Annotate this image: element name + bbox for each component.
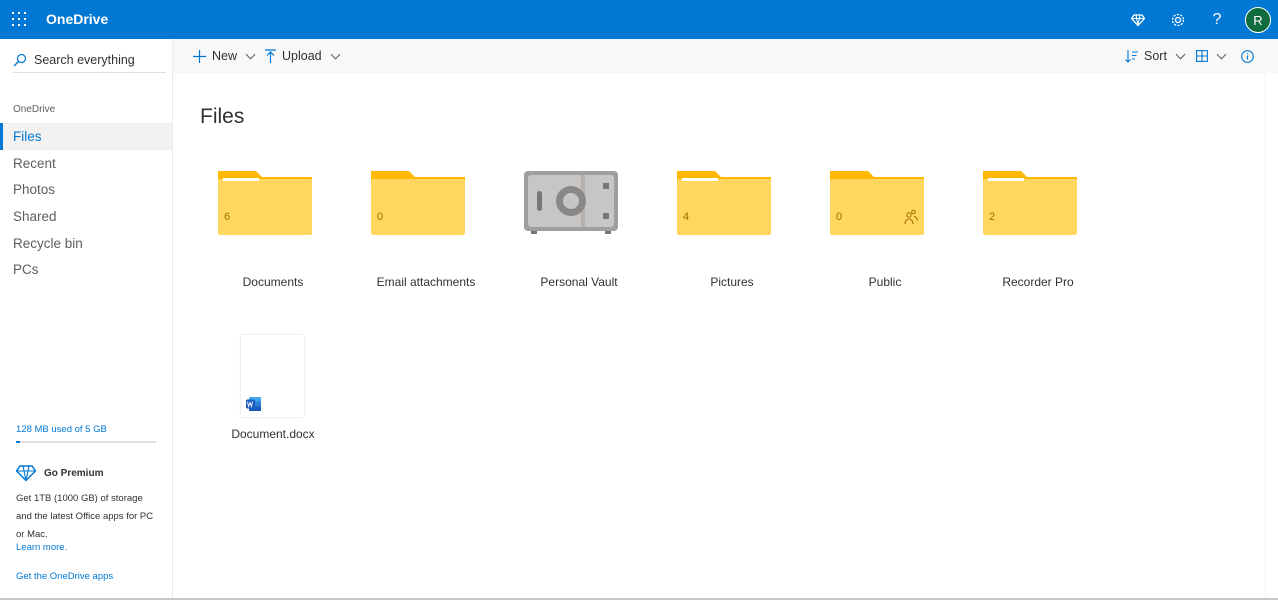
search-icon [13,53,27,66]
premium-diamond-icon[interactable] [1127,9,1149,31]
go-premium-description: Get 1TB (1000 GB) of storage and the lat… [16,493,154,540]
word-icon [246,397,261,411]
storage-meter [16,441,156,443]
get-apps-link[interactable]: Get the OneDrive apps [16,571,113,582]
sort-button[interactable]: Sort [1125,47,1186,65]
folder-item-count: 0 [377,211,384,223]
folder-name[interactable]: Recorder Pro [938,275,1138,289]
new-label: New [212,49,238,63]
storage-meter-fill [16,441,20,443]
folder-tile-email-attachments[interactable]: 0 Email attachments [326,169,475,289]
info-icon [1241,49,1254,63]
folder-item-count: 6 [224,211,231,223]
help-icon[interactable]: ? [1206,9,1228,31]
search-box[interactable]: Search everything [13,47,166,73]
tiles-view-icon [1196,50,1208,62]
go-premium-title: Go Premium [44,467,104,479]
app-launcher-icon[interactable] [12,12,26,26]
document-thumbnail [241,335,304,417]
account-avatar[interactable]: R [1245,7,1271,33]
folder-icon: 0 [829,169,925,235]
settings-gear-icon[interactable] [1167,9,1189,31]
sort-icon [1125,49,1138,63]
view-options-button[interactable] [1196,47,1227,65]
plus-icon [193,49,206,63]
chevron-down-icon [245,49,256,59]
premium-diamond-icon [16,465,36,482]
nav-item-files[interactable]: Files [0,123,172,150]
go-premium-heading: Go Premium [16,464,103,482]
onedrive-brand-link[interactable]: OneDrive [46,11,108,27]
top-bar: OneDrive ? R [0,0,1278,39]
vertical-scrollbar[interactable] [1265,73,1278,600]
upload-arrow-icon [265,49,276,63]
chevron-down-icon [330,49,341,59]
nav-item-shared[interactable]: Shared [0,203,172,230]
nav-item-pcs[interactable]: PCs [0,256,172,283]
nav-item-recycle-bin[interactable]: Recycle bin [0,230,172,257]
details-pane-button[interactable] [1241,47,1254,65]
file-view: Files 6 Documents 0 Email attachments Pe… [173,73,1265,600]
nav-item-recent[interactable]: Recent [0,150,172,177]
command-bar: New Upload Sort [173,39,1278,73]
nav-item-photos[interactable]: Photos [0,176,172,203]
storage-usage-link[interactable]: 128 MB used of 5 GB [16,424,107,435]
left-navigation: Search everything OneDrive Files Recent … [0,39,173,600]
sort-label: Sort [1144,49,1167,63]
personal-vault-safe-icon [523,169,619,235]
folder-tile-public[interactable]: 0 Public [785,169,925,289]
chevron-down-icon [1175,49,1186,59]
new-button[interactable]: New [193,47,256,65]
search-placeholder[interactable]: Search everything [34,53,135,67]
file-name[interactable]: Document.docx [173,427,373,441]
upload-label: Upload [282,49,322,63]
folder-icon: 4 [676,169,772,235]
folder-item-count: 2 [989,211,996,223]
chevron-down-icon [1216,49,1227,59]
folder-tile-recorder-pro[interactable]: 2 Recorder Pro [938,169,1078,289]
folder-icon: 0 [370,169,466,235]
learn-more-link[interactable]: Learn more. [16,542,67,553]
folder-icon: 2 [982,169,1078,235]
folder-icon: 6 [217,169,313,235]
folder-item-count: 0 [836,211,843,223]
folder-tile-documents[interactable]: 6 Documents [173,169,313,289]
page-title: Files [200,105,245,128]
upload-button[interactable]: Upload [265,47,341,65]
folder-tile-pictures[interactable]: 4 Pictures [632,169,772,289]
folder-item-count: 4 [683,211,690,223]
folder-tile-personal-vault[interactable]: Personal Vault [479,169,619,289]
file-tile-document-docx[interactable]: Document.docx [173,335,315,455]
nav-section-title: OneDrive [13,104,56,115]
